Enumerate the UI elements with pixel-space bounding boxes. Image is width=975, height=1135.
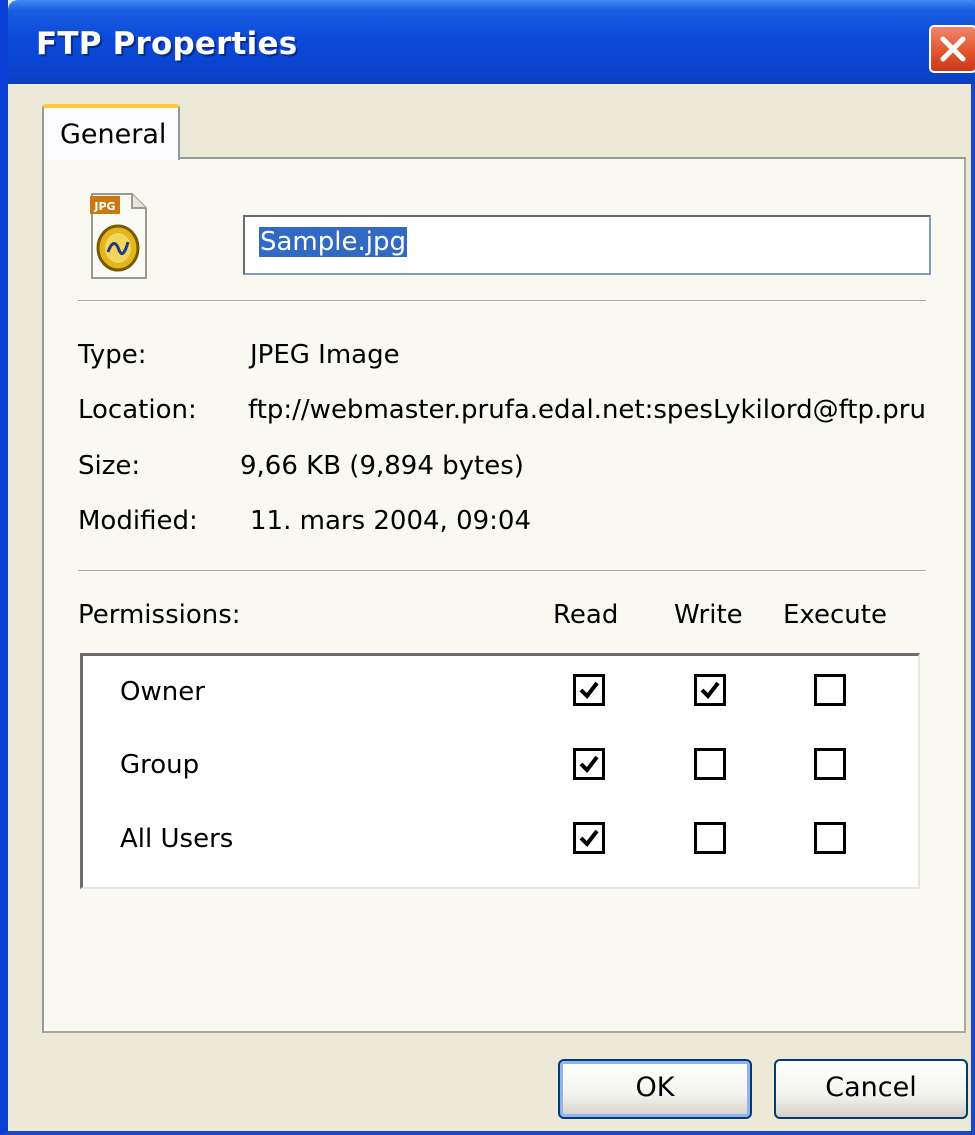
column-write-header: Write <box>674 600 743 630</box>
location-value: ftp://webmaster.prufa.edal.net:spesLykil… <box>248 395 926 425</box>
checkmark-icon <box>579 829 599 848</box>
separator <box>78 570 926 572</box>
window-title: FTP Properties <box>36 26 298 62</box>
checkbox-group-write[interactable] <box>694 748 726 780</box>
filename-selected-text: Sample.jpg <box>259 227 407 257</box>
permission-row-owner-label: Owner <box>120 677 205 707</box>
size-value: 9,66 KB (9,894 bytes) <box>240 451 524 481</box>
close-button[interactable] <box>929 25 975 73</box>
size-label: Size: <box>78 451 141 481</box>
cancel-button[interactable]: Cancel <box>774 1059 968 1119</box>
column-execute-header: Execute <box>783 600 887 630</box>
tab-general[interactable]: General <box>42 104 180 160</box>
jpg-badge-text: JPG <box>93 200 115 213</box>
checkbox-all-users-write[interactable] <box>694 822 726 854</box>
checkbox-owner-write[interactable] <box>694 674 726 706</box>
column-read-header: Read <box>553 600 619 630</box>
tab-general-label: General <box>60 119 167 150</box>
checkmark-icon <box>579 681 599 700</box>
ok-button[interactable]: OK <box>558 1059 752 1119</box>
type-value: JPEG Image <box>250 340 400 370</box>
checkbox-group-read[interactable] <box>573 748 605 780</box>
checkbox-all-users-read[interactable] <box>573 822 605 854</box>
checkbox-owner-read[interactable] <box>573 674 605 706</box>
permission-row-group-label: Group <box>120 750 200 780</box>
title-bar[interactable]: FTP Properties <box>8 0 975 84</box>
location-value-container: ftp://webmaster.prufa.edal.net:spesLykil… <box>248 395 933 435</box>
checkbox-group-execute[interactable] <box>814 748 846 780</box>
type-label: Type: <box>78 340 147 370</box>
filename-input[interactable]: Sample.jpg <box>243 215 931 275</box>
modified-label: Modified: <box>78 506 198 536</box>
location-label: Location: <box>78 395 197 425</box>
separator <box>78 300 926 302</box>
checkmark-icon <box>579 755 599 774</box>
ftp-properties-dialog: FTP Properties General JPG Sample.jpg Ty… <box>0 0 975 1135</box>
permissions-label: Permissions: <box>78 600 241 630</box>
general-tab-panel <box>42 157 966 1033</box>
checkbox-owner-execute[interactable] <box>814 674 846 706</box>
modified-value: 11. mars 2004, 09:04 <box>250 506 531 536</box>
checkbox-all-users-execute[interactable] <box>814 822 846 854</box>
jpg-file-icon: JPG <box>88 192 148 284</box>
permission-row-all-users-label: All Users <box>120 824 234 854</box>
checkmark-icon <box>700 681 720 700</box>
